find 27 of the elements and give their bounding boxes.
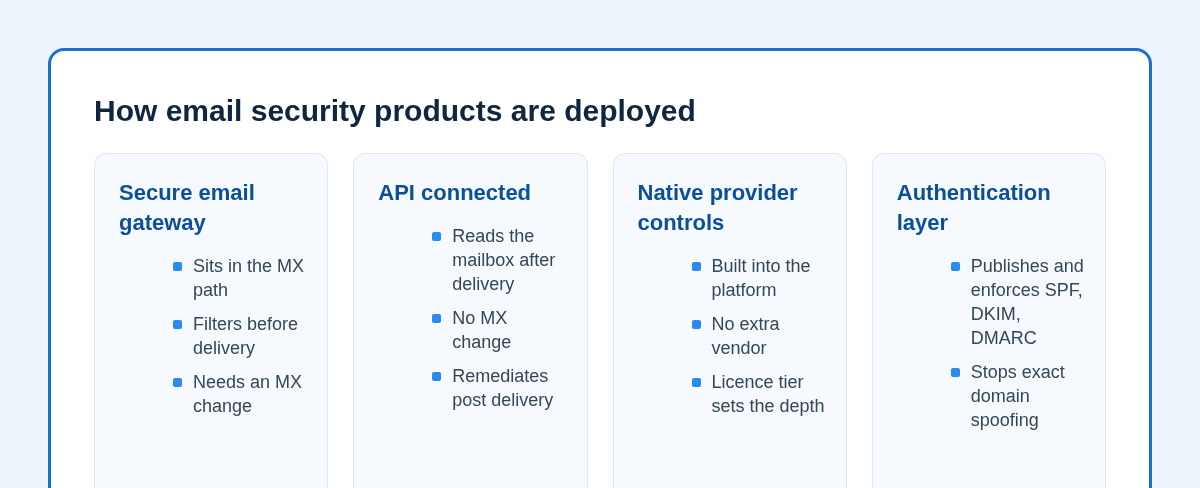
card-heading: Native provider controls bbox=[637, 179, 799, 237]
panel-title: How email security products are deployed bbox=[94, 93, 697, 129]
bullet-icon bbox=[691, 378, 701, 387]
bullet-icon bbox=[691, 320, 701, 329]
bullet-text: Publishes and enforces SPF, DKIM, DMARC bbox=[970, 255, 1085, 350]
bullet-text: Licence tier sets the depth bbox=[711, 371, 826, 418]
card-heading: API connected bbox=[378, 179, 533, 207]
bullet-icon bbox=[432, 372, 442, 381]
bullet-text: Remediates post delivery bbox=[452, 365, 555, 412]
bullet-icon bbox=[432, 314, 442, 323]
bullet-text: Filters before delivery bbox=[193, 313, 300, 360]
bullet-icon bbox=[173, 262, 182, 271]
bullet-icon bbox=[432, 232, 442, 241]
bullet-icon bbox=[173, 378, 182, 387]
bullet-text: No extra vendor bbox=[711, 313, 781, 360]
bullet-text: Needs an MX change bbox=[193, 371, 304, 418]
bullet-icon bbox=[950, 262, 960, 271]
bullet-text: Built into the platform bbox=[711, 255, 812, 302]
card-heading: Secure email gateway bbox=[119, 179, 256, 237]
bullet-text: Reads the mailbox after delivery bbox=[452, 225, 557, 296]
bullet-icon bbox=[173, 320, 182, 329]
bullet-icon bbox=[691, 262, 701, 271]
bullet-text: No MX change bbox=[452, 307, 513, 354]
card-heading: Authentication layer bbox=[896, 179, 1052, 237]
bullet-icon bbox=[950, 368, 960, 377]
bullet-text: Sits in the MX path bbox=[193, 255, 306, 302]
bullet-text: Stops exact domain spoofing bbox=[970, 361, 1066, 432]
